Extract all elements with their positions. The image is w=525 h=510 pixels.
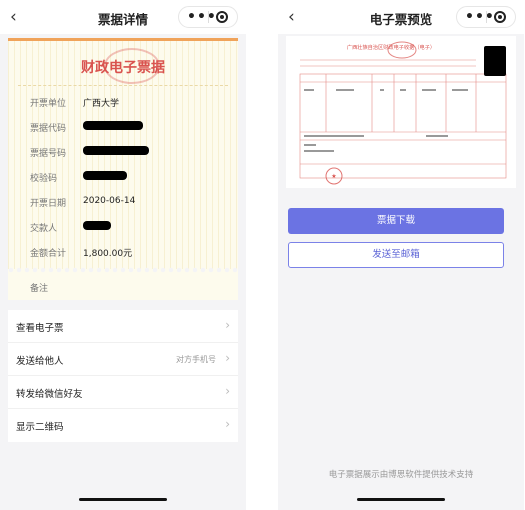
menu-item-show-qrcode[interactable]: 显示二维码 ›	[8, 409, 238, 442]
row-label: 开票单位	[30, 99, 67, 109]
chevron-right-icon: ›	[225, 351, 230, 365]
left-screen: ‹ 票据详情 ••• 财政电子票据 开票单位 广西大学 票据代码 票据号码 校验…	[0, 0, 246, 510]
menu-item-label: 转发给微信好友	[16, 389, 83, 400]
menu-item-view-invoice[interactable]: 查看电子票 ›	[8, 310, 238, 343]
row-label: 开票日期	[30, 199, 67, 209]
invoice-preview-drawing: ★ 广西壮族自治区财政电子收据（电子）	[299, 41, 507, 185]
perforation	[8, 267, 238, 273]
more-dots-icon[interactable]: •••	[187, 8, 217, 26]
card-title: 财政电子票据	[81, 60, 165, 76]
row-value: 1,800.00元	[83, 249, 133, 259]
chevron-right-icon: ›	[225, 318, 230, 332]
menu-item-hint: 对方手机号	[176, 355, 216, 364]
capsule-divider	[486, 11, 487, 23]
right-screen: ‹ 电子票预览 ••• ★ 广西壮族自治区财政电子收据（电子） 票据下载 发送至…	[278, 0, 524, 510]
menu-item-label: 发送给他人	[16, 356, 64, 367]
capsule-divider	[208, 11, 209, 23]
row-label: 交款人	[30, 224, 58, 234]
target-circle-icon[interactable]	[494, 11, 506, 23]
nav-bar: ‹ 票据详情 •••	[0, 0, 246, 34]
action-menu: 查看电子票 › 发送给他人 对方手机号 › 转发给微信好友 › 显示二维码 ›	[8, 310, 238, 442]
home-indicator	[357, 498, 445, 501]
home-indicator	[79, 498, 167, 501]
row-label: 票据号码	[30, 149, 67, 159]
row-label: 金额合计	[30, 249, 67, 259]
row-label: 票据代码	[30, 124, 67, 134]
redacted-value	[83, 221, 111, 230]
redacted-value	[83, 171, 127, 180]
powered-by-note: 电子票据展示由博思软件提供技术支持	[328, 470, 474, 480]
chevron-right-icon: ›	[225, 384, 230, 398]
redacted-value	[83, 121, 143, 130]
invoice-preview[interactable]: ★ 广西壮族自治区财政电子收据（电子）	[286, 36, 516, 188]
download-invoice-button[interactable]: 票据下载	[288, 208, 504, 234]
mini-program-capsule: •••	[456, 6, 516, 28]
more-dots-icon[interactable]: •••	[465, 8, 495, 26]
menu-item-send-to-others[interactable]: 发送给他人 对方手机号 ›	[8, 343, 238, 376]
nav-bar: ‹ 电子票预览 •••	[278, 0, 524, 34]
send-to-email-button[interactable]: 发送至邮箱	[288, 242, 504, 268]
row-label: 校验码	[30, 174, 58, 184]
mini-program-capsule: •••	[178, 6, 238, 28]
chevron-right-icon: ›	[225, 417, 230, 431]
row-value: 2020-06-14	[83, 196, 136, 206]
menu-item-label: 显示二维码	[16, 422, 64, 433]
card-divider	[18, 85, 228, 86]
invoice-preview-title: 广西壮族自治区财政电子收据（电子）	[347, 43, 435, 51]
row-value: 广西大学	[83, 99, 120, 109]
target-circle-icon[interactable]	[216, 11, 228, 23]
svg-text:★: ★	[331, 173, 336, 180]
remark-section: 备注	[8, 276, 238, 298]
redacted-value	[83, 146, 149, 155]
remark-label: 备注	[30, 284, 49, 294]
invoice-card: 财政电子票据 开票单位 广西大学 票据代码 票据号码 校验码 开票日期 2020…	[8, 38, 238, 300]
redacted-qr	[484, 46, 506, 76]
menu-item-forward-wechat[interactable]: 转发给微信好友 ›	[8, 376, 238, 409]
menu-item-label: 查看电子票	[16, 323, 64, 334]
